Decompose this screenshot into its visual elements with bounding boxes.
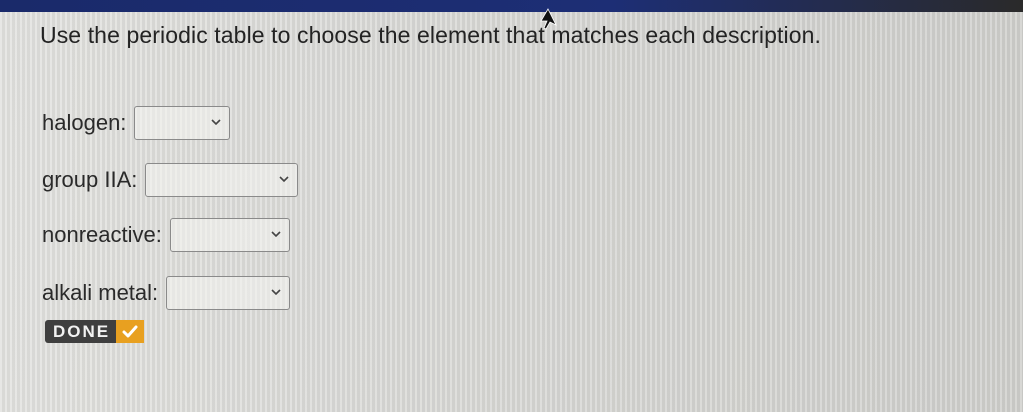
question-label-nonreactive: nonreactive: [42, 222, 162, 247]
group-iia-dropdown[interactable] [145, 163, 299, 197]
question-row-halogen: halogen: [42, 106, 231, 140]
instructions-text: Use the periodic table to choose the ele… [40, 22, 822, 48]
chevron-down-icon [271, 289, 281, 296]
alkali-metal-dropdown[interactable] [166, 276, 291, 310]
done-button[interactable]: DONE [45, 320, 157, 343]
question-label-group-iia: group IIA: [42, 167, 138, 192]
top-bar [0, 0, 1023, 12]
chevron-down-icon [271, 231, 281, 238]
question-label-alkali-metal: alkali metal: [42, 280, 159, 305]
question-label-halogen: halogen: [42, 110, 127, 135]
checkmark-icon [116, 320, 145, 343]
chevron-down-icon [211, 119, 221, 126]
nonreactive-dropdown[interactable] [169, 218, 290, 252]
halogen-dropdown[interactable] [134, 106, 231, 140]
question-row-group-iia: group IIA: [42, 163, 299, 197]
question-row-nonreactive: nonreactive: [42, 218, 290, 252]
question-row-alkali-metal: alkali metal: [42, 276, 291, 310]
chevron-down-icon [279, 176, 289, 183]
done-button-label: DONE [45, 320, 117, 343]
